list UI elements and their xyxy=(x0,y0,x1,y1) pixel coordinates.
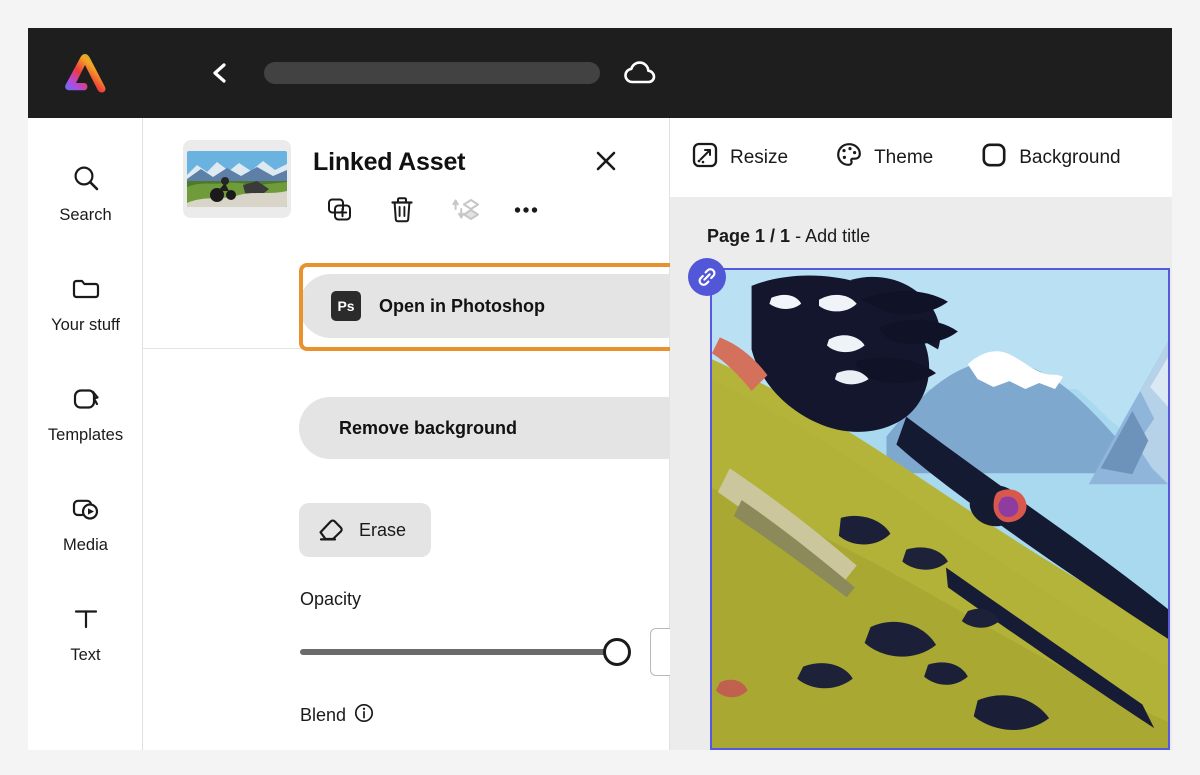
tool-background[interactable]: Background xyxy=(981,142,1121,173)
asset-thumbnail[interactable] xyxy=(183,140,291,218)
sidebar-item-label: Your stuff xyxy=(51,316,120,334)
duplicate-icon[interactable] xyxy=(323,195,357,225)
tool-resize[interactable]: Resize xyxy=(692,142,788,173)
page-number: Page 1 / 1 xyxy=(707,226,791,246)
sidebar-item-text[interactable]: Text xyxy=(28,580,143,690)
sidebar-item-media[interactable]: Media xyxy=(28,470,143,580)
asset-action-icons xyxy=(313,195,669,225)
erase-label: Erase xyxy=(359,519,407,540)
palette-icon xyxy=(836,142,862,173)
eraser-icon xyxy=(317,515,347,546)
panel-header: Linked Asset xyxy=(143,118,669,248)
page-add-title: - Add title xyxy=(790,226,871,246)
sidebar-item-templates[interactable]: Templates xyxy=(28,360,143,470)
info-icon[interactable] xyxy=(354,703,374,728)
background-icon xyxy=(981,142,1007,173)
sidebar-item-your-stuff[interactable]: Your stuff xyxy=(28,250,143,360)
app-body: Search Your stuff Templates Media Text L… xyxy=(28,118,1172,750)
canvas-artwork xyxy=(712,270,1168,748)
layer-order-icon[interactable] xyxy=(447,195,481,225)
canvas-area: Resize Theme Background Page 1 / 1 - Add… xyxy=(670,118,1172,750)
app-window: Search Your stuff Templates Media Text L… xyxy=(28,28,1172,750)
back-chevron-icon[interactable] xyxy=(206,59,234,87)
opacity-label: Opacity xyxy=(300,589,362,609)
canvas-toolbar: Resize Theme Background xyxy=(670,118,1172,198)
close-icon[interactable] xyxy=(593,148,619,174)
tool-theme[interactable]: Theme xyxy=(836,142,933,173)
linked-asset-panel: Linked Asset Ps Open in Photoshop Remove… xyxy=(143,118,769,750)
sidebar-item-label: Text xyxy=(70,646,101,664)
tool-label: Resize xyxy=(730,146,789,168)
cloud-icon[interactable] xyxy=(620,57,660,89)
media-icon xyxy=(70,488,102,530)
search-icon xyxy=(70,158,102,200)
resize-icon xyxy=(692,142,718,173)
templates-icon xyxy=(70,378,102,420)
more-options-icon[interactable] xyxy=(509,195,543,225)
sidebar-item-search[interactable]: Search xyxy=(28,140,143,250)
asset-thumbnail-image xyxy=(187,151,287,207)
document-canvas[interactable] xyxy=(710,268,1170,750)
panel-header-right: Linked Asset xyxy=(291,140,669,248)
left-nav-rail: Search Your stuff Templates Media Text xyxy=(28,118,143,750)
sidebar-item-label: Templates xyxy=(47,426,124,444)
adobe-express-logo[interactable] xyxy=(54,47,116,99)
folder-icon xyxy=(70,268,102,310)
erase-button[interactable]: Erase xyxy=(299,503,431,557)
panel-divider xyxy=(143,348,669,349)
tool-label: Background xyxy=(1019,146,1121,168)
opacity-slider-handle[interactable] xyxy=(603,638,631,666)
opacity-slider[interactable] xyxy=(300,638,631,666)
open-in-photoshop-label: Open in Photoshop xyxy=(379,295,545,316)
blend-section: Blend xyxy=(300,703,374,728)
page-label: Page 1 / 1 - Add title xyxy=(707,226,870,247)
link-icon[interactable] xyxy=(688,258,726,296)
blend-label: Blend xyxy=(300,705,347,725)
text-icon xyxy=(70,598,102,640)
app-header xyxy=(28,28,1172,118)
tool-label: Theme xyxy=(874,146,934,168)
photoshop-icon: Ps xyxy=(331,291,361,321)
sidebar-item-label: Media xyxy=(63,536,108,554)
document-title-input[interactable] xyxy=(264,62,600,84)
sidebar-item-label: Search xyxy=(59,206,112,224)
delete-icon[interactable] xyxy=(385,195,419,225)
